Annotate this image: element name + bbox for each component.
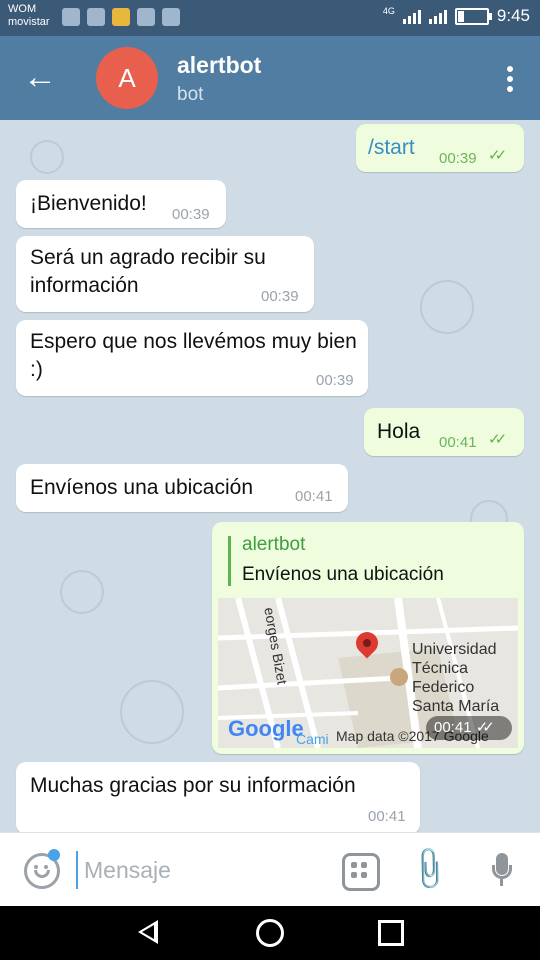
message-time: 00:39 [172,206,210,223]
reply-indicator [228,536,231,586]
avatar[interactable]: A [96,47,158,109]
signal-icon [402,8,421,24]
map-place-label: Universidad Técnica Federico Santa María [412,641,500,715]
notification-icon [162,8,180,26]
message-time: 00:41 [439,434,477,451]
message-incoming[interactable]: Espero que nos llevémos muy bien :) 00:3… [16,320,368,396]
nav-back-icon[interactable] [138,920,158,944]
message-time: 00:39 [316,372,354,389]
notification-icon [87,8,105,26]
message-text[interactable]: /start [368,134,415,162]
message-incoming[interactable]: Será un agrado recibir su información 00… [16,236,314,312]
message-time: 00:39 [439,150,477,167]
message-incoming[interactable]: ¡Bienvenido! 00:39 [16,180,226,228]
notification-dot [48,849,60,861]
carrier-line2: movistar [8,16,50,28]
chat-subtitle: bot [177,84,204,105]
message-outgoing[interactable]: /start 00:39 ✓✓ [356,124,524,172]
notification-icon [62,8,80,26]
message-incoming[interactable]: Muchas gracias por su información 00:41 [16,762,420,832]
reply-author[interactable]: alertbot [242,534,305,556]
battery-icon [454,7,492,25]
map-partial-label: Cami [296,731,329,747]
microphone-icon[interactable] [484,851,522,889]
carrier-line1: WOM [8,3,37,15]
nav-recents-icon[interactable] [378,920,404,946]
status-bar: WOM movistar 4G 9:45 [0,0,540,36]
paperclip-icon[interactable]: 📎 [402,843,456,897]
message-input[interactable] [76,851,326,889]
notification-icon [112,8,130,26]
location-map[interactable]: eorges Bizet Universidad Técnica Federic… [218,598,518,748]
double-check-icon: ✓✓ [488,431,507,448]
message-incoming[interactable]: Envíenos una ubicación 00:41 [16,464,348,512]
nav-home-icon[interactable] [256,919,284,947]
message-text[interactable]: Espero que nos llevémos muy bien :) [30,328,360,384]
composer: 📎 [0,832,540,907]
reply-text[interactable]: Envíenos una ubicación [242,564,444,586]
message-text[interactable]: Envíenos una ubicación [30,474,253,502]
google-logo: Google [228,716,304,741]
carrier-label: WOM movistar [8,3,50,29]
message-time: 00:41 [368,808,406,825]
message-text[interactable]: ¡Bienvenido! [30,190,147,218]
double-check-icon: ✓✓ [488,147,507,164]
university-icon [390,668,408,686]
background-doodle [120,680,184,744]
notification-icons [62,8,180,26]
message-list[interactable]: /start 00:39 ✓✓ ¡Bienvenido! 00:39 Será … [0,120,540,832]
arrow-left-icon[interactable]: ← [20,60,60,96]
message-time: 00:41 [295,488,333,505]
notification-icon [137,8,155,26]
message-time: 00:39 [261,288,299,305]
clock: 9:45 [496,6,530,25]
chat-header: ← A alertbot bot [0,36,540,120]
background-doodle [60,570,104,614]
system-navigation-bar [0,906,540,960]
background-doodle [30,140,64,174]
message-time: 00:41 ✓✓ [426,716,512,740]
signal-icon [428,8,447,24]
network-type: 4G [382,6,395,16]
double-check-icon: ✓✓ [475,719,495,736]
chat-title[interactable]: alertbot [177,52,261,79]
background-doodle [420,280,474,334]
sticker-grid-icon[interactable] [342,853,380,891]
message-text[interactable]: Hola [377,418,420,446]
message-outgoing[interactable]: Hola 00:41 ✓✓ [364,408,524,456]
system-status: 4G 9:45 [383,6,530,26]
message-text[interactable]: Muchas gracias por su información [30,772,356,800]
message-outgoing-location[interactable]: alertbot Envíenos una ubicación eorges B… [212,522,524,754]
more-vertical-icon[interactable] [506,66,514,92]
